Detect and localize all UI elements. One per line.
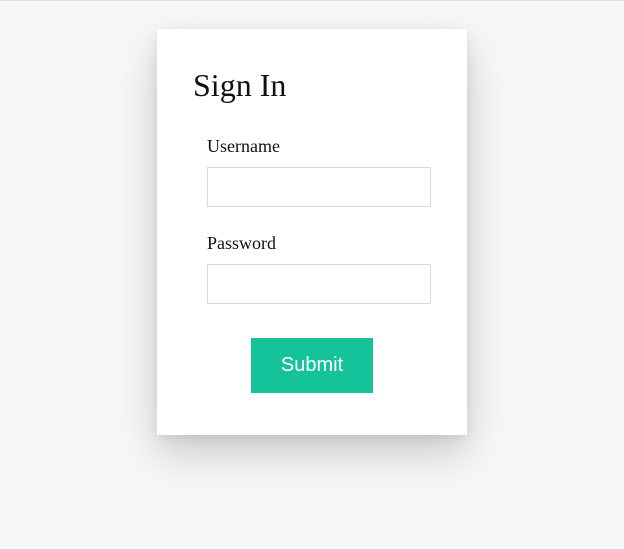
password-field: Password <box>193 233 431 304</box>
submit-row: Submit <box>193 338 431 393</box>
signin-card: Sign In Username Password Submit <box>157 29 467 435</box>
submit-button[interactable]: Submit <box>251 338 373 393</box>
username-label: Username <box>207 136 431 157</box>
username-input[interactable] <box>207 167 431 207</box>
username-field: Username <box>193 136 431 207</box>
password-label: Password <box>207 233 431 254</box>
password-input[interactable] <box>207 264 431 304</box>
page-title: Sign In <box>193 67 431 104</box>
